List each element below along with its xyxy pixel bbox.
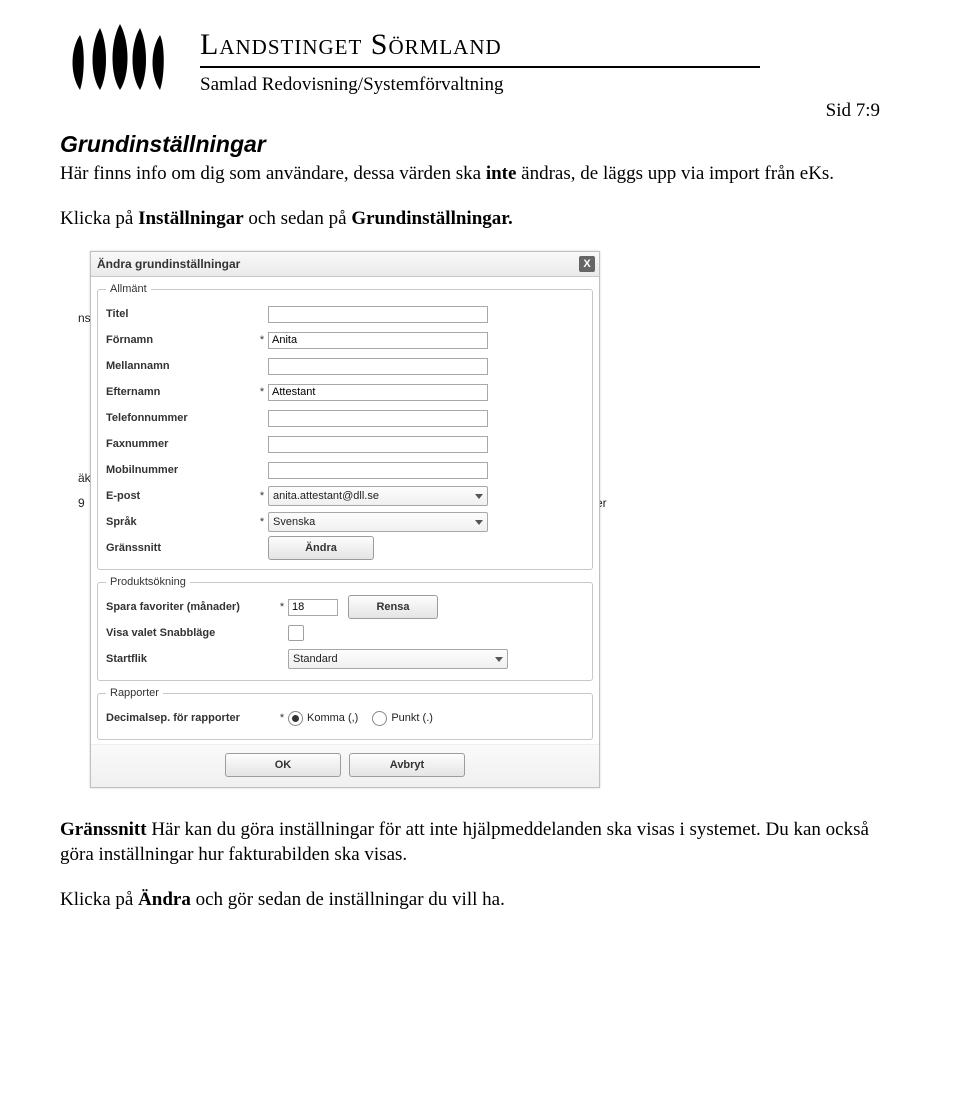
paragraph: Gränssnitt Här kan du göra inställningar… (60, 818, 900, 867)
page-number: Sid 7:9 (826, 100, 880, 122)
input-mobil[interactable] (268, 462, 488, 479)
paragraph: Klicka på Ändra och gör sedan de inställ… (60, 888, 900, 913)
text: Klicka på (60, 889, 138, 910)
label-fax: Faxnummer (106, 438, 256, 450)
legend-rapporter: Rapporter (106, 687, 163, 699)
org-name: Landstinget Sörmland (200, 28, 760, 62)
chevron-down-icon (474, 491, 484, 501)
input-epost[interactable]: anita.attestant@dll.se (268, 486, 488, 506)
radio-komma-label: Komma (,) (307, 712, 358, 724)
text: Klicka på (60, 208, 138, 229)
text-bold: Inställningar (138, 208, 244, 229)
label-snabblage: Visa valet Snabbläge (106, 627, 276, 639)
cropped-text: 9 (78, 496, 85, 510)
chevron-down-icon (474, 517, 484, 527)
cropped-text: äk (78, 471, 91, 485)
settings-dialog: Ändra grundinställningar X Allmänt Titel… (90, 251, 600, 788)
radio-komma[interactable] (288, 711, 303, 726)
ok-button[interactable]: OK (225, 753, 341, 777)
subheader: Samlad Redovisning/Systemförvaltning (200, 74, 760, 96)
text-bold: Gränssnitt (60, 819, 147, 840)
checkbox-snabblage[interactable] (288, 625, 304, 641)
radio-punkt[interactable] (372, 711, 387, 726)
label-decimalsep: Decimalsep. för rapporter (106, 712, 276, 724)
label-efternamn: Efternamn (106, 386, 256, 398)
label-mellannamn: Mellannamn (106, 360, 256, 372)
text: och sedan på (244, 208, 352, 229)
dialog-screenshot: ns äk 9 er Ändra grundinställningar X Al… (0, 251, 900, 788)
select-startflik[interactable]: Standard (288, 649, 508, 669)
cropped-text: ns (78, 311, 91, 325)
input-telefon[interactable] (268, 410, 488, 427)
radio-punkt-label: Punkt (.) (391, 712, 433, 724)
label-startflik: Startflik (106, 653, 276, 665)
text: och gör sedan de inställningar du vill h… (191, 889, 505, 910)
dialog-titlebar[interactable]: Ändra grundinställningar X (91, 252, 599, 277)
text-bold: inte (486, 163, 517, 184)
label-epost: E-post (106, 490, 256, 502)
sprak-value: Svenska (273, 516, 315, 528)
input-mellannamn[interactable] (268, 358, 488, 375)
section-heading: Grundinställningar (60, 130, 900, 160)
change-button[interactable]: Ändra (268, 536, 374, 560)
logo-icon (60, 20, 180, 100)
label-spara-favoriter: Spara favoriter (månader) (106, 601, 276, 613)
paragraph: Här finns info om dig som användare, des… (60, 162, 900, 187)
paragraph: Klicka på Inställningar och sedan på Gru… (60, 207, 900, 232)
text: Här finns info om dig som användare, des… (60, 163, 486, 184)
text: ändras, de läggs upp via import från eKs… (516, 163, 834, 184)
input-fax[interactable] (268, 436, 488, 453)
input-spara-favoriter[interactable] (288, 599, 338, 616)
startflik-value: Standard (293, 653, 338, 665)
text-bold: Grundinställningar. (351, 208, 512, 229)
close-icon[interactable]: X (579, 256, 595, 272)
select-sprak[interactable]: Svenska (268, 512, 488, 532)
label-titel: Titel (106, 308, 256, 320)
input-titel[interactable] (268, 306, 488, 323)
label-mobil: Mobilnummer (106, 464, 256, 476)
clear-button[interactable]: Rensa (348, 595, 438, 619)
epost-value: anita.attestant@dll.se (273, 490, 379, 502)
fieldset-allmant: Allmänt Titel Förnamn * Mellannamn (97, 283, 593, 570)
fieldset-produktsokning: Produktsökning Spara favoriter (månader)… (97, 576, 593, 681)
label-telefon: Telefonnummer (106, 412, 256, 424)
input-fornamn[interactable] (268, 332, 488, 349)
input-efternamn[interactable] (268, 384, 488, 401)
divider (200, 66, 760, 68)
legend-allmant: Allmänt (106, 283, 151, 295)
dialog-title: Ändra grundinställningar (97, 257, 240, 271)
page-header: Landstinget Sörmland Samlad Redovisning/… (60, 20, 900, 100)
label-granssnitt: Gränssnitt (106, 542, 256, 554)
fieldset-rapporter: Rapporter Decimalsep. för rapporter * Ko… (97, 687, 593, 740)
text-bold: Ändra (138, 889, 191, 910)
dialog-button-bar: OK Avbryt (91, 744, 599, 787)
text: Här kan du göra inställningar för att in… (60, 819, 869, 865)
cancel-button[interactable]: Avbryt (349, 753, 465, 777)
legend-produktsokning: Produktsökning (106, 576, 190, 588)
chevron-down-icon (494, 654, 504, 664)
label-fornamn: Förnamn (106, 334, 256, 346)
label-sprak: Språk (106, 516, 256, 528)
